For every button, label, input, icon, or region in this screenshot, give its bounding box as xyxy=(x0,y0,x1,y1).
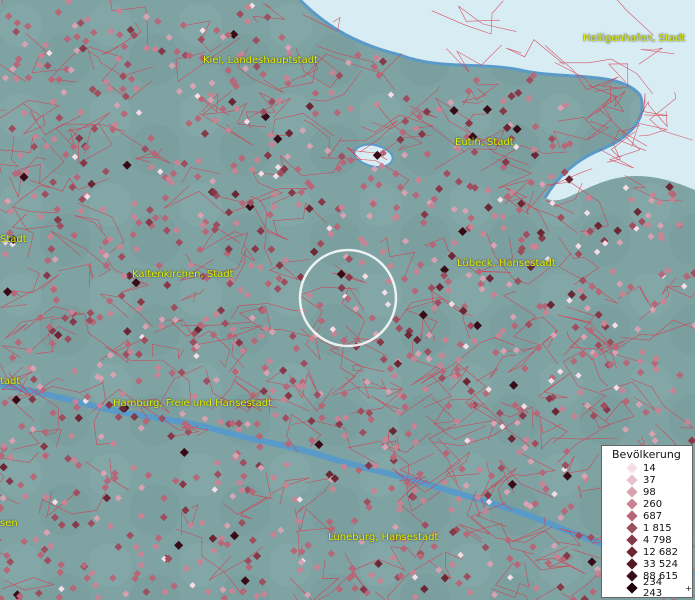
label-left-sen: sen xyxy=(0,518,18,529)
legend-label: 14 xyxy=(643,462,656,474)
legend-swatch xyxy=(626,522,638,534)
label-kiel: Kiel, Landeshauptstadt xyxy=(203,55,318,66)
legend-row-7: 12 682 xyxy=(602,546,692,558)
legend-title: Bevölkerung xyxy=(612,448,681,461)
label-eutin: Eutin, Stadt xyxy=(455,137,514,148)
legend-swatch xyxy=(626,582,638,594)
legend-label: 260 xyxy=(643,498,663,510)
label-hamburg: Hamburg, Freie und Hansestadt xyxy=(113,398,272,409)
legend-label: 12 682 xyxy=(643,546,678,558)
legend-swatch xyxy=(626,570,638,582)
legend-label: 234 243 xyxy=(643,577,663,599)
legend-label: 33 524 xyxy=(643,558,678,570)
legend-swatch xyxy=(626,534,638,546)
legend-row-6: 4 798 xyxy=(602,534,692,546)
legend-row-2: 98 xyxy=(602,486,692,498)
label-kaltenkirchen: Kaltenkirchen, Stadt xyxy=(132,269,234,280)
legend-row-0: 14 xyxy=(602,462,692,474)
label-left-stadt: Stadt xyxy=(0,234,27,245)
map-view[interactable]: Kiel, Landeshauptstadt Heiligenhafen, St… xyxy=(0,0,695,600)
legend-swatch xyxy=(626,474,638,486)
legend-row-5: 1 815 xyxy=(602,522,692,534)
map-base xyxy=(0,0,695,600)
legend-row-10: 234 243 + xyxy=(602,577,692,599)
legend-label: 4 798 xyxy=(643,534,672,546)
legend-label: 37 xyxy=(643,474,656,486)
label-heiligenhafen: Heiligenhafen, Stadt xyxy=(583,33,686,44)
label-luebeck: Lübeck, Hansestadt xyxy=(457,258,556,269)
legend-row-1: 37 xyxy=(602,474,692,486)
legend: Bevölkerung 14 37 98 260 687 1 815 4 798… xyxy=(601,445,693,599)
legend-swatch xyxy=(626,498,638,510)
legend-row-8: 33 524 xyxy=(602,558,692,570)
legend-swatch xyxy=(626,510,638,522)
legend-swatch xyxy=(626,462,638,474)
legend-swatch xyxy=(626,558,638,570)
legend-row-4: 687 xyxy=(602,510,692,522)
legend-swatch xyxy=(626,546,638,558)
legend-plus: + xyxy=(685,583,692,593)
legend-label: 1 815 xyxy=(643,522,672,534)
label-lueneburg: Lüneburg, Hansestadt xyxy=(328,532,439,543)
legend-row-3: 260 xyxy=(602,498,692,510)
label-left-tadt: tadt xyxy=(0,376,21,387)
legend-label: 98 xyxy=(643,486,656,498)
legend-swatch xyxy=(626,486,638,498)
legend-label: 687 xyxy=(643,510,663,522)
